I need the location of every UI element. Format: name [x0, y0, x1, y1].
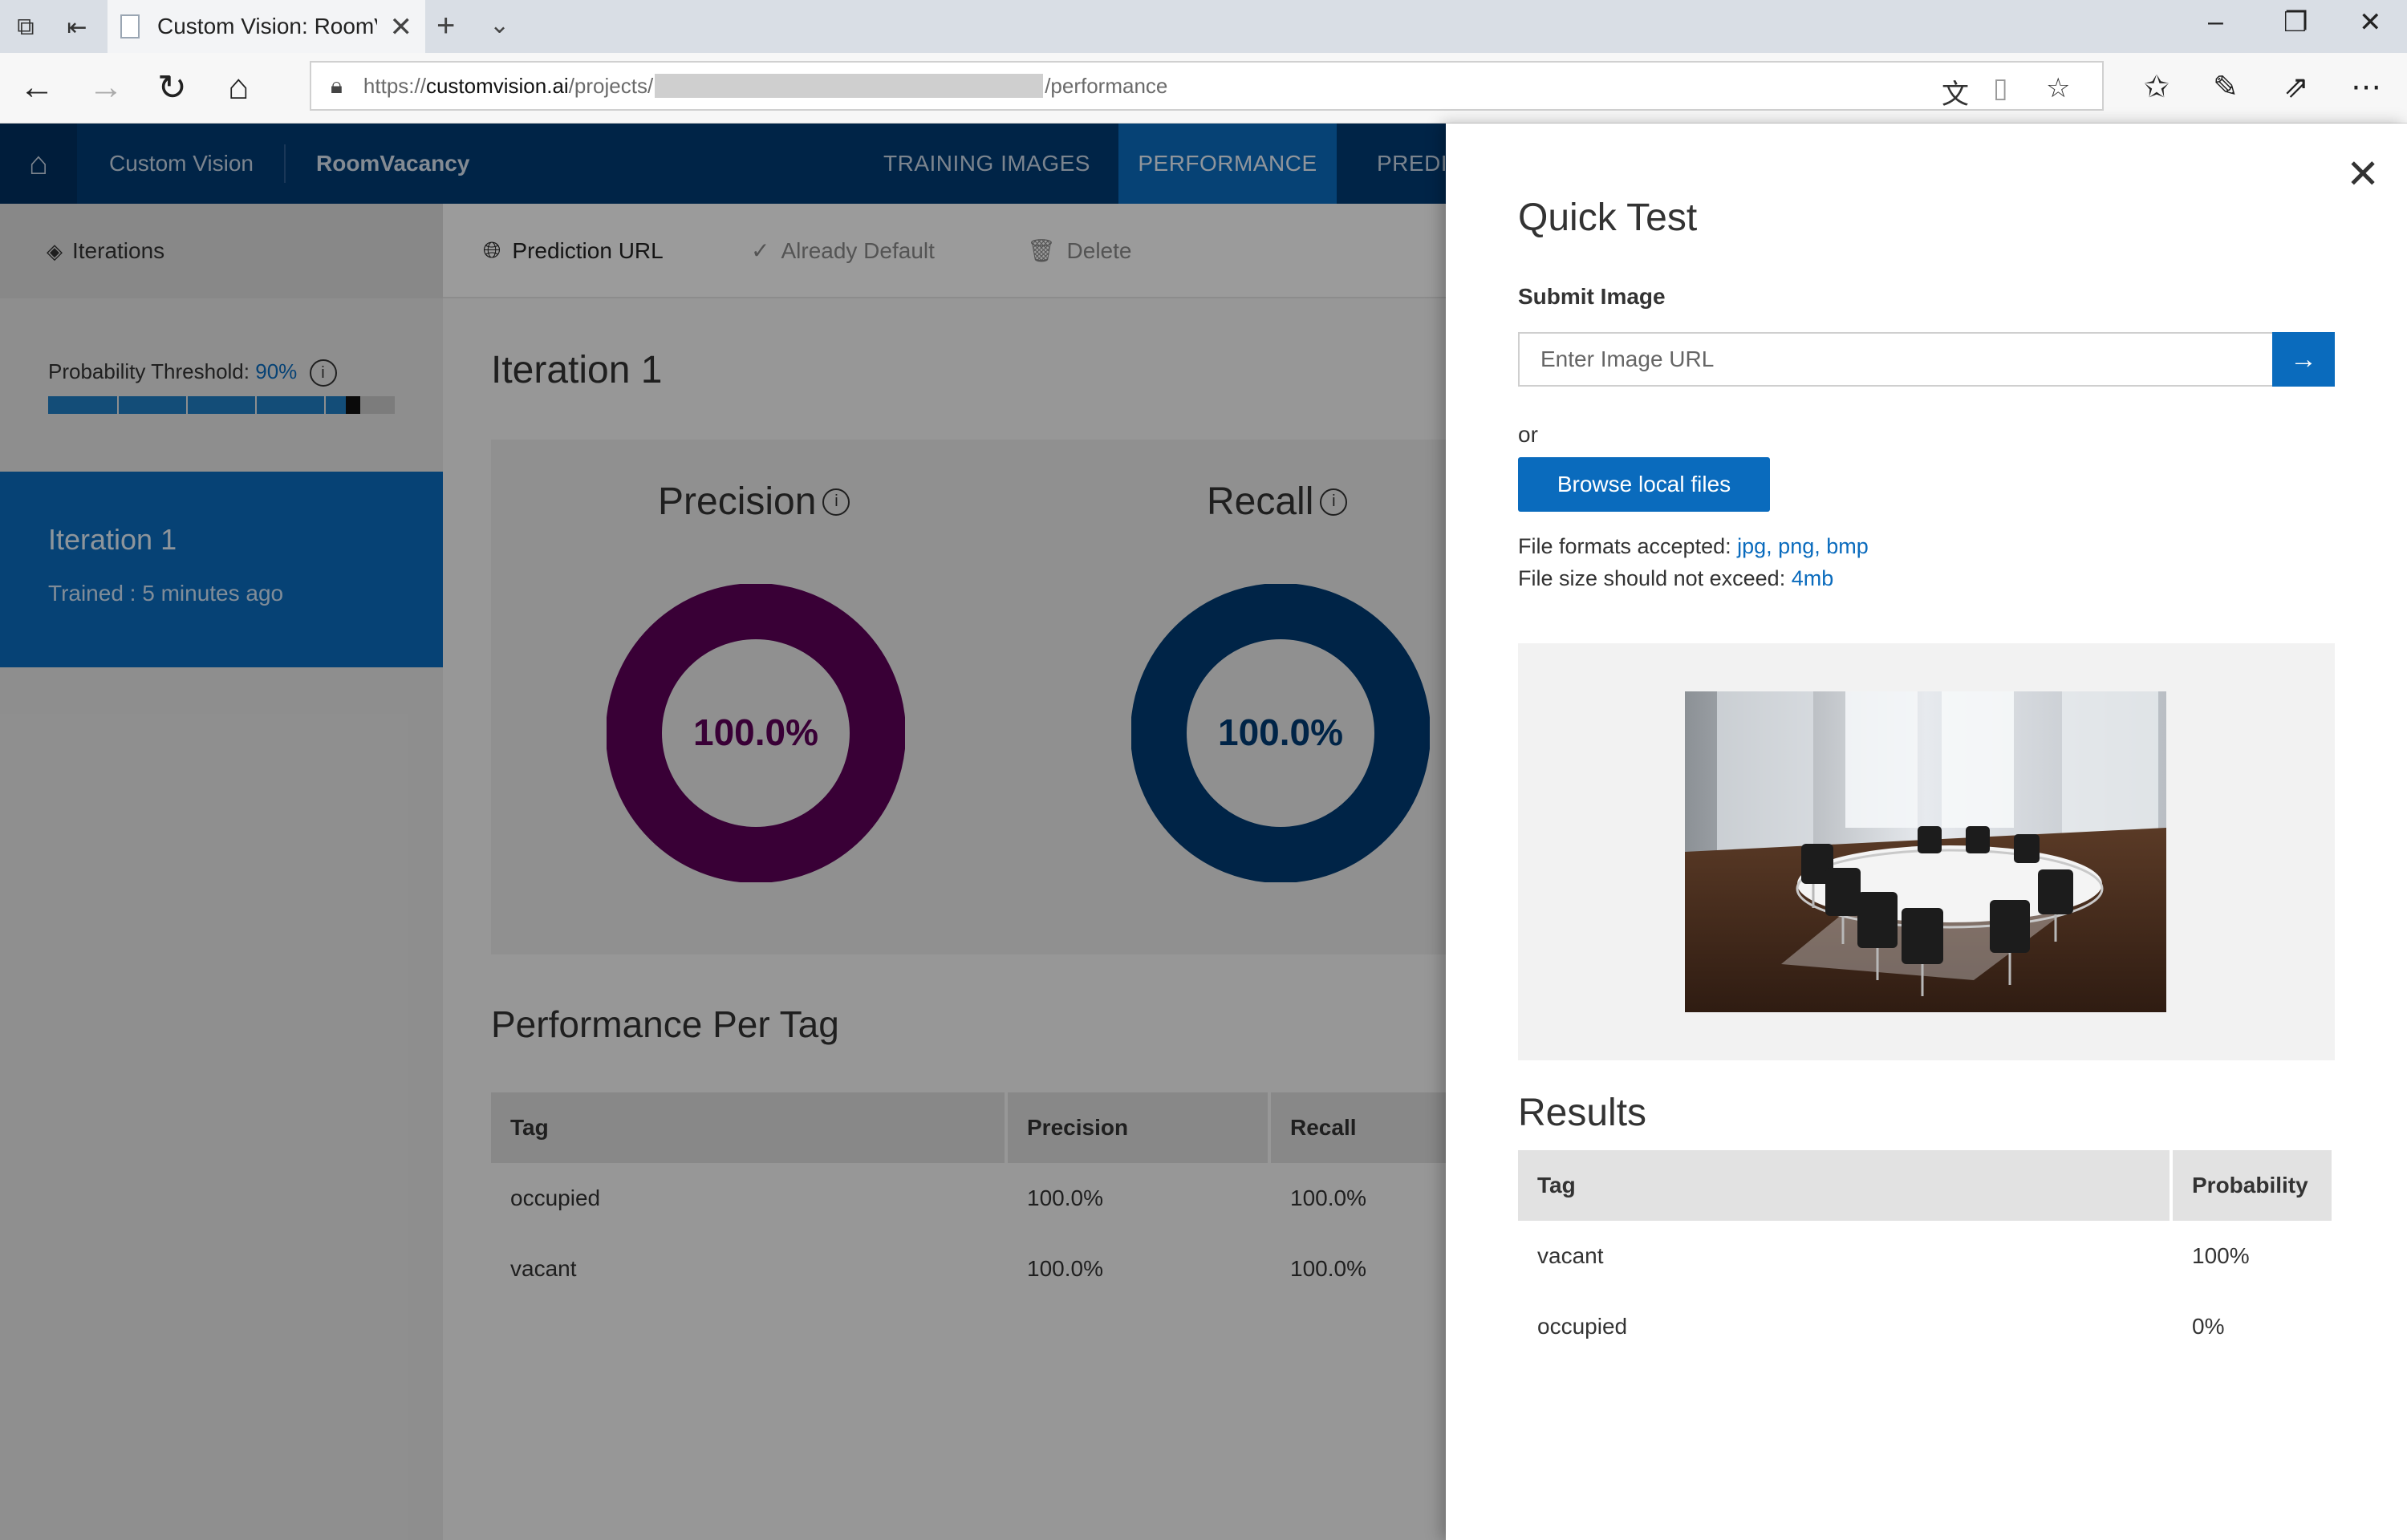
uploaded-photo-meeting-room [1685, 691, 2166, 1012]
quick-test-panel: ✕ Quick Test Submit Image → or Browse lo… [1446, 124, 2407, 1540]
size-value: 4mb [1791, 566, 1834, 590]
favorite-star-icon[interactable]: ☆ [2046, 72, 2070, 104]
window-close-icon[interactable]: ✕ [2359, 6, 2382, 38]
file-size-info: File size should not exceed: 4mb [1518, 566, 1833, 591]
close-panel-icon[interactable]: ✕ [2346, 151, 2380, 197]
browse-local-files-button[interactable]: Browse local files [1518, 457, 1770, 512]
translate-icon[interactable]: 文 [1942, 72, 1969, 111]
back-icon[interactable]: ← [19, 67, 55, 107]
or-text: or [1518, 422, 1538, 447]
image-preview [1518, 643, 2335, 1060]
result-probability-cell: 100% [2192, 1243, 2250, 1268]
file-formats-info: File formats accepted: jpg, png, bmp [1518, 534, 1869, 559]
restore-icon[interactable]: ❐ [2283, 6, 2308, 38]
results-header-tag[interactable]: Tag [1518, 1150, 2170, 1221]
browser-tab[interactable]: Custom Vision: RoomVa ✕ [108, 0, 425, 53]
browser-tab-bar: ⧉ ⇤ Custom Vision: RoomVa ✕ + ⌄ – ❐ ✕ [0, 0, 2407, 53]
size-label: File size should not exceed: [1518, 566, 1786, 590]
tab-actions-icon[interactable]: ⧉ [8, 10, 43, 45]
lock-icon: 🔒︎ [331, 72, 343, 98]
url-path-start: /projects/ [568, 73, 654, 98]
refresh-icon[interactable]: ↻ [157, 67, 187, 108]
panel-title: Quick Test [1518, 197, 1698, 239]
browser-address-bar: ← → ↻ ⌂ 🔒︎ https://customvision.ai/proje… [0, 53, 2407, 124]
arrow-right-icon: → [2290, 343, 2317, 375]
set-tabs-aside-icon[interactable]: ⇤ [59, 10, 95, 45]
result-tag-cell: occupied [1537, 1314, 1628, 1339]
url-domain: customvision.ai [425, 73, 569, 98]
result-probability-cell: 0% [2192, 1314, 2225, 1339]
share-icon[interactable]: ⇗ [2283, 69, 2309, 105]
pen-icon[interactable]: ✎ [2213, 69, 2239, 105]
image-url-input[interactable] [1518, 332, 2274, 387]
more-icon[interactable]: ⋯ [2351, 69, 2381, 105]
close-tab-icon[interactable]: ✕ [390, 11, 413, 43]
favorites-hub-icon[interactable]: ✩ [2144, 69, 2170, 105]
results-header-probability[interactable]: Probability [2173, 1150, 2332, 1221]
result-tag-cell: vacant [1537, 1243, 1604, 1268]
results-title: Results [1518, 1092, 1647, 1134]
tab-title: Custom Vision: RoomVa [157, 14, 377, 38]
reading-view-icon[interactable]: ▯ [1993, 72, 2008, 104]
url-field[interactable]: 🔒︎ https://customvision.ai/projects/ /per… [310, 61, 2104, 111]
minimize-icon[interactable]: – [2208, 6, 2223, 38]
url-redaction [655, 74, 1044, 98]
formats-value: jpg, png, bmp [1737, 534, 1869, 558]
forward-icon[interactable]: → [88, 67, 124, 107]
home-icon[interactable]: ⌂ [228, 67, 250, 107]
submit-url-button[interactable]: → [2272, 332, 2335, 387]
url-path-end: /performance [1045, 73, 1168, 98]
page-favicon-icon [120, 14, 140, 38]
url-scheme: https:// [363, 73, 426, 98]
tab-preview-chevron-icon[interactable]: ⌄ [489, 11, 509, 39]
formats-label: File formats accepted: [1518, 534, 1731, 558]
submit-image-label: Submit Image [1518, 284, 1666, 309]
new-tab-icon[interactable]: + [436, 8, 455, 44]
